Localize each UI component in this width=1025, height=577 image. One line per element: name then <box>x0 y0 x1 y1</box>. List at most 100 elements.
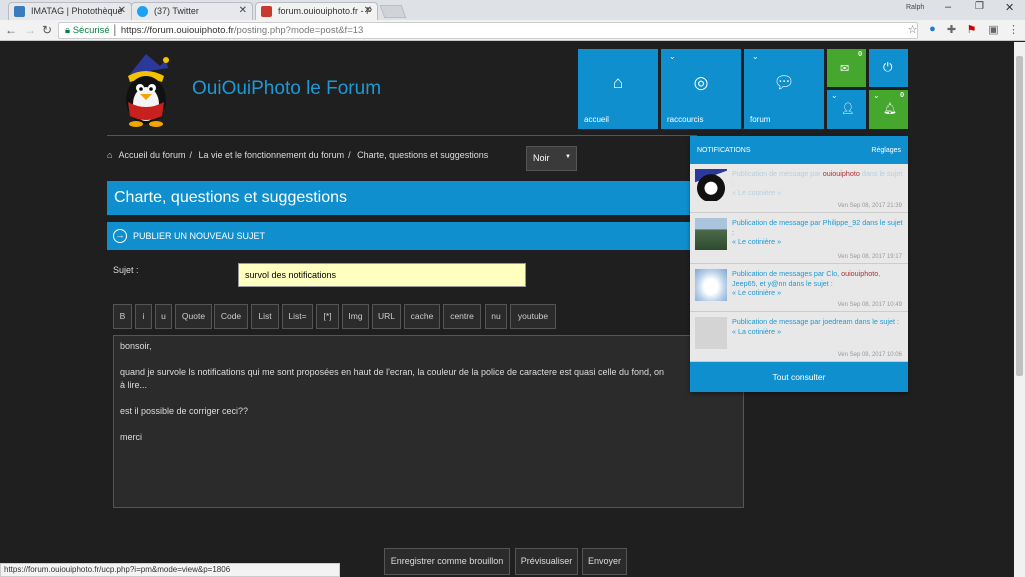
extension-drop-icon[interactable]: ● <box>926 23 939 36</box>
notifications-count: 0 <box>900 92 904 99</box>
menu-dots-icon[interactable]: ⋮ <box>1007 23 1020 36</box>
reload-icon[interactable]: ↻ <box>42 23 52 37</box>
chat-bubbles-icon: 💬︎ <box>773 73 795 92</box>
tile-messages[interactable]: 0 ✉ <box>827 49 866 87</box>
tile-profile[interactable]: ⌄ 👤︎ <box>827 90 866 129</box>
bell-icon: 🔔︎ <box>883 103 897 115</box>
format-button[interactable]: [*] <box>316 304 339 329</box>
url-path: /posting.php?mode=post&f=13 <box>233 25 364 36</box>
new-tab-button[interactable] <box>379 5 407 18</box>
format-button[interactable]: youtube <box>510 304 556 329</box>
close-tab-icon[interactable]: ✕ <box>239 5 247 16</box>
avatar <box>695 218 727 250</box>
format-button[interactable]: centre <box>443 304 481 329</box>
notification-topic-link[interactable]: « La cotinière » <box>732 327 781 336</box>
tab-forum[interactable]: forum.ouiouiphoto.fr - P ✕ <box>255 2 378 20</box>
notification-text: Publication de message par joedream dans… <box>732 317 904 336</box>
chevron-down-icon: ⌄ <box>669 52 676 61</box>
maximize-icon[interactable]: ❐ <box>975 1 984 12</box>
tile-accueil[interactable]: ⌂ accueil <box>578 49 658 129</box>
back-icon[interactable]: ← <box>5 23 17 37</box>
tab-bar: IMATAG | Photothèque ✕ (37) Twitter ✕ fo… <box>0 0 1025 20</box>
notification-item[interactable]: Publication de message par joedream dans… <box>690 312 908 362</box>
extension-flag-icon[interactable]: ⚑ <box>965 23 978 36</box>
notification-text: Publication de message par ouiouiphoto d… <box>732 169 904 198</box>
profile-name[interactable]: Ralph <box>906 4 924 11</box>
send-button[interactable]: Envoyer <box>582 548 627 575</box>
notification-topic-link[interactable]: « Le cotinière » <box>732 288 781 297</box>
notification-fragment: Publication de message par joedream dans… <box>732 317 900 326</box>
scrollbar-thumb[interactable] <box>1016 56 1023 376</box>
tile-raccourcis[interactable]: ⌄ ◎ raccourcis <box>661 49 741 129</box>
format-button[interactable]: cache <box>404 304 440 329</box>
format-button[interactable]: List= <box>282 304 313 329</box>
format-button[interactable]: URL <box>372 304 401 329</box>
caret-down-icon: ▼ <box>565 154 571 160</box>
format-button[interactable]: i <box>135 304 152 329</box>
format-button[interactable]: List <box>251 304 279 329</box>
forward-icon[interactable]: → <box>24 23 36 37</box>
page-scrollbar[interactable] <box>1014 42 1025 577</box>
close-tab-icon[interactable]: ✕ <box>118 5 126 16</box>
message-textarea[interactable]: bonsoir, quand je survole ls notificatio… <box>113 335 744 508</box>
format-button[interactable]: Quote <box>175 304 212 329</box>
breadcrumb-item[interactable]: Accueil du forum <box>118 150 185 160</box>
extension-puzzle-icon[interactable]: ✚ <box>945 23 958 36</box>
format-button[interactable]: nu <box>485 304 507 329</box>
tab-imatag[interactable]: IMATAG | Photothèque ✕ <box>8 2 132 20</box>
format-button[interactable]: Code <box>214 304 248 329</box>
preview-button[interactable]: Prévisualiser <box>515 548 578 575</box>
tile-logout[interactable]: ⏻ <box>869 49 908 87</box>
tile-notifications[interactable]: ⌄ 0 🔔︎ <box>869 90 908 129</box>
close-tab-icon[interactable]: ✕ <box>364 5 372 16</box>
breadcrumb: ⌂ Accueil du forum / La vie et le fonctio… <box>107 150 492 160</box>
format-button[interactable]: Img <box>342 304 369 329</box>
notification-fragment: Publication de message par <box>732 169 823 178</box>
notification-time: Ven Sep 08, 2017 10:06 <box>837 352 902 358</box>
lock-icon: 🔒︎ <box>65 25 73 36</box>
notification-username[interactable]: ouiouiphoto <box>841 269 878 278</box>
tab-twitter[interactable]: (37) Twitter ✕ <box>131 2 253 20</box>
message-line: merci <box>120 432 142 442</box>
tab-title: IMATAG | Photothèque <box>31 6 123 16</box>
notification-item[interactable]: Publication de message par Philippe_92 d… <box>690 213 908 264</box>
messages-count: 0 <box>858 51 862 58</box>
bookmark-star-icon[interactable]: ☆ <box>906 23 919 36</box>
tab-title: forum.ouiouiphoto.fr - P <box>278 6 373 16</box>
site-title[interactable]: OuiOuiPhoto le Forum <box>192 78 381 100</box>
new-topic-bar[interactable]: → PUBLIER UN NOUVEAU SUJET <box>107 222 697 250</box>
extension-camera-icon[interactable]: ▣ <box>987 23 1000 36</box>
breadcrumb-item[interactable]: Charte, questions et suggestions <box>357 150 488 160</box>
theme-select-value: Noir <box>533 153 550 163</box>
message-line <box>120 418 737 431</box>
notification-topic-link[interactable]: « Le cotinière » <box>732 188 781 197</box>
format-button[interactable]: u <box>155 304 172 329</box>
url-input[interactable]: 🔒︎ Sécurisé │ https://forum.ouiouiphoto.… <box>58 22 918 39</box>
status-bar-url: https://forum.ouiouiphoto.fr/ucp.php?i=p… <box>0 563 340 577</box>
notification-item[interactable]: Publication de messages par Clo, ouiouip… <box>690 264 908 312</box>
tile-forum[interactable]: ⌄ 💬︎ forum <box>744 49 824 129</box>
message-line: quand je survole ls notifications qui me… <box>120 367 665 377</box>
notifications-settings-link[interactable]: Réglages <box>871 147 901 154</box>
theme-select[interactable]: Noir ▼ <box>526 146 577 171</box>
subject-input[interactable]: survol des notifications <box>238 263 526 287</box>
format-button[interactable]: B <box>113 304 132 329</box>
save-draft-button[interactable]: Enregistrer comme brouillon <box>384 548 510 575</box>
arrow-circle-icon: → <box>113 229 127 243</box>
minimize-icon[interactable]: – <box>945 1 951 13</box>
home-icon: ⌂ <box>107 150 113 160</box>
notification-item[interactable]: Publication de message par ouiouiphoto d… <box>690 164 908 213</box>
view-all-notifications-button[interactable]: Tout consulter <box>690 362 908 392</box>
notification-username[interactable]: ouiouiphoto <box>823 169 860 178</box>
notifications-dropdown: NOTIFICATIONS Réglages Publication de me… <box>690 136 908 392</box>
site-logo[interactable] <box>116 52 176 128</box>
tab-title: (37) Twitter <box>154 6 199 16</box>
home-icon: ⌂ <box>612 73 624 92</box>
notification-fragment: Publication de messages par Clo, <box>732 269 842 278</box>
forum-favicon-icon <box>261 6 272 17</box>
notification-topic-link[interactable]: « Le cotinière » <box>732 237 781 246</box>
close-window-icon[interactable]: ✕ <box>1005 1 1014 14</box>
notification-text: Publication de messages par Clo, ouiouip… <box>732 269 904 298</box>
breadcrumb-item[interactable]: La vie et le fonctionnement du forum <box>199 150 345 160</box>
address-bar: ← → ↻ 🔒︎ Sécurisé │ https://forum.ouioui… <box>0 20 1025 41</box>
